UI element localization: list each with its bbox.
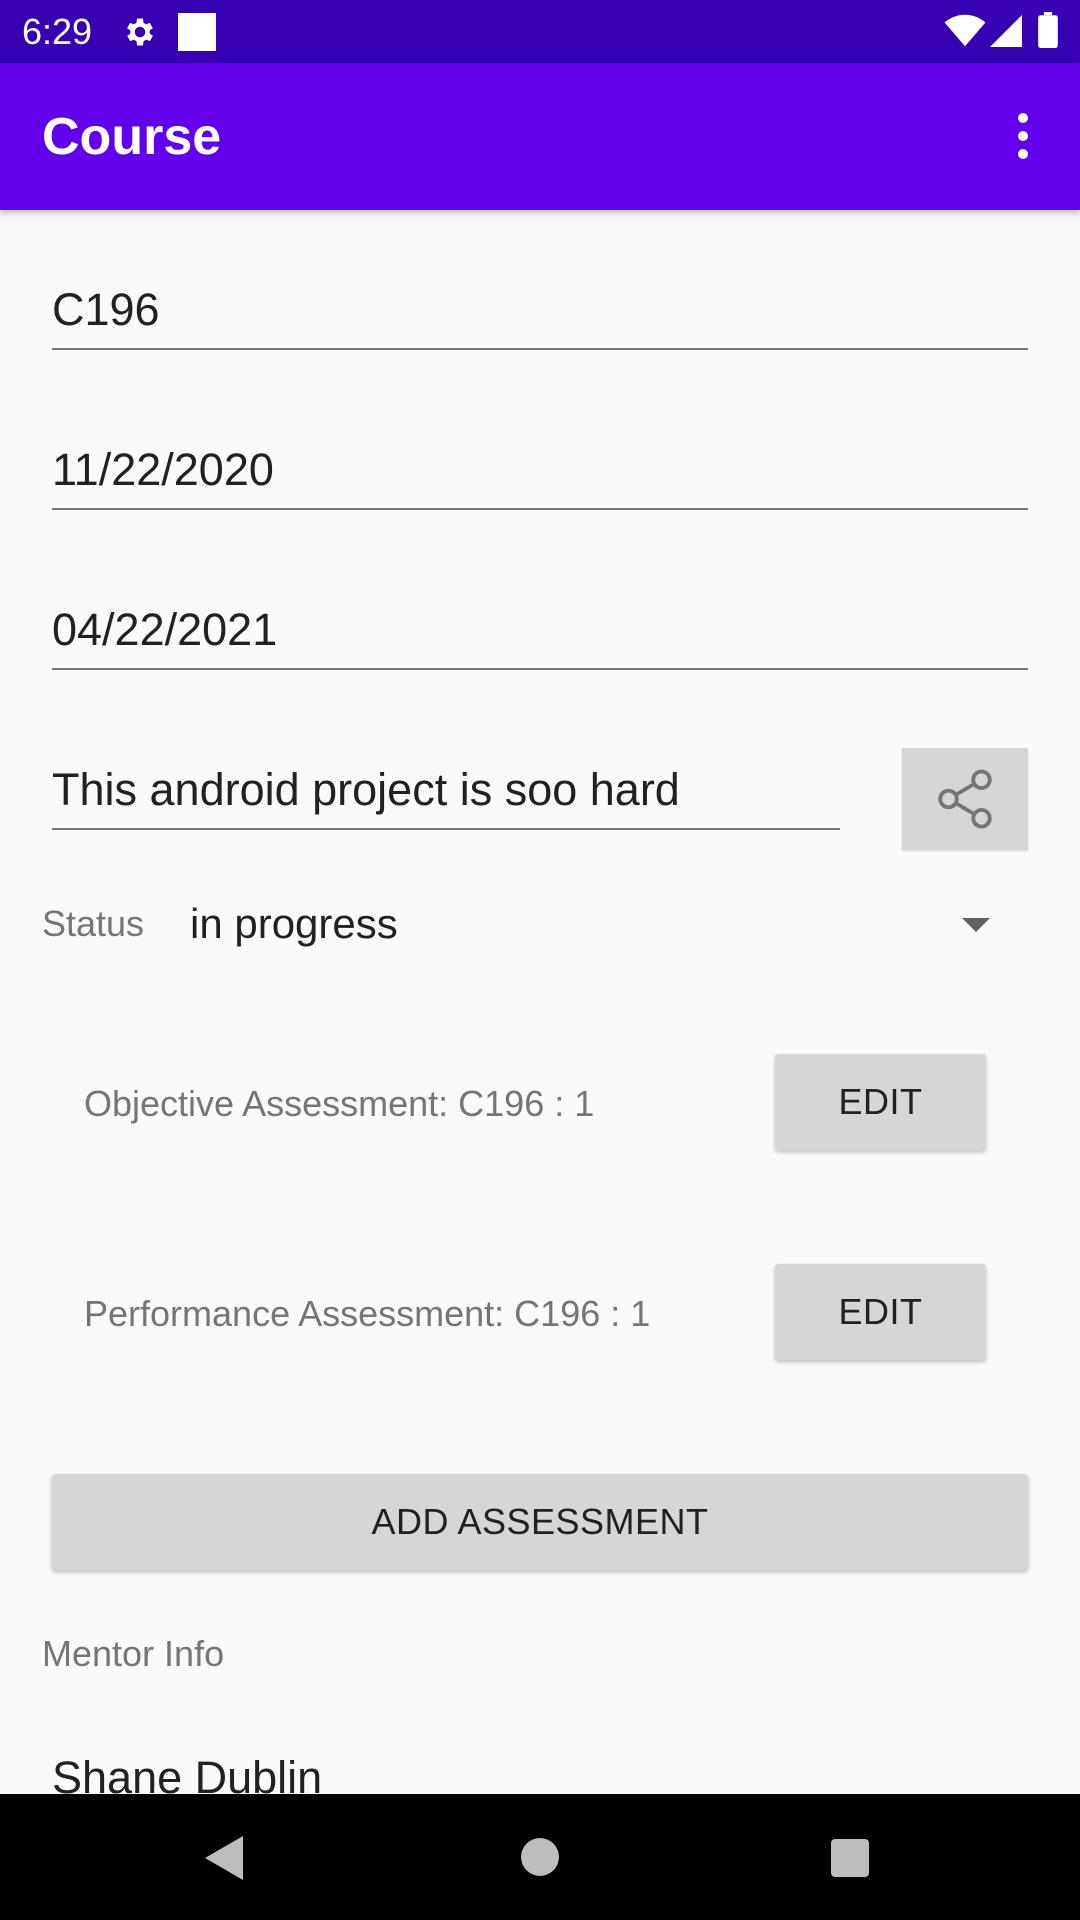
course-name-field[interactable]: C196 [52, 282, 1028, 350]
share-button[interactable] [902, 748, 1028, 850]
status-bar: 6:29 [0, 0, 1080, 63]
end-date-field[interactable]: 04/22/2021 [52, 602, 1028, 670]
note-field[interactable]: This android project is soo hard [52, 762, 840, 830]
share-icon [938, 769, 992, 829]
edit-performance-assessment-button[interactable]: EDIT [775, 1264, 986, 1360]
status-label: Status [42, 903, 145, 944]
overflow-menu-icon[interactable] [1010, 113, 1036, 159]
start-date-field[interactable]: 11/22/2020 [52, 442, 1028, 510]
page-title: Course [42, 108, 222, 166]
assessment-label: Objective Assessment: C196 : 1 [84, 1083, 595, 1124]
back-icon[interactable] [205, 1836, 243, 1880]
home-icon[interactable] [521, 1838, 559, 1876]
notification-square-icon [178, 13, 216, 51]
status-spinner[interactable]: in progress [190, 898, 398, 950]
wifi-icon [944, 14, 986, 47]
assessment-label: Performance Assessment: C196 : 1 [84, 1293, 651, 1334]
recent-apps-icon[interactable] [831, 1839, 869, 1877]
edit-objective-assessment-button[interactable]: EDIT [775, 1054, 986, 1150]
battery-icon [1038, 12, 1058, 48]
dropdown-arrow-icon[interactable] [962, 918, 990, 932]
status-time: 6:29 [22, 11, 93, 52]
mentor-section-label: Mentor Info [42, 1633, 225, 1674]
signal-icon [990, 15, 1022, 47]
app-bar: Course [0, 63, 1080, 210]
navigation-bar [0, 1794, 1080, 1920]
add-assessment-button[interactable]: ADD ASSESSMENT [52, 1474, 1028, 1570]
gear-icon [127, 18, 153, 46]
